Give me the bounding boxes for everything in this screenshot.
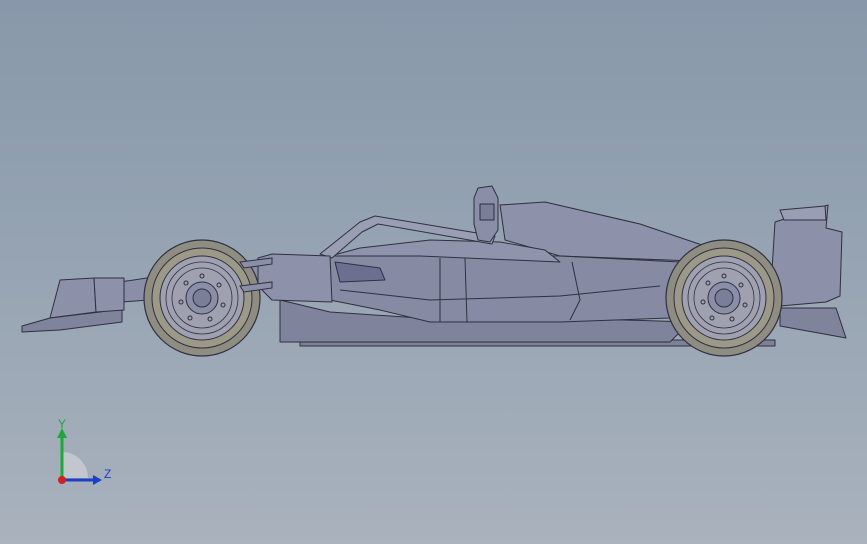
front-wing-endplate (49, 277, 97, 319)
y-axis-label: Y (58, 418, 66, 431)
z-axis-arrow (93, 475, 102, 485)
z-axis-label: Z (104, 467, 111, 481)
diffuser (779, 307, 847, 339)
rear-wheel (665, 239, 783, 357)
triad-plane-shading (62, 452, 88, 478)
graphics-viewport[interactable]: Y Z (0, 0, 867, 544)
coordinate-triad: Y Z (57, 418, 111, 485)
f1-car-model[interactable] (0, 0, 867, 544)
x-axis-origin (58, 476, 66, 484)
airbox-inner (479, 203, 495, 221)
rear-wing-top (779, 205, 827, 221)
front-wing-support (93, 277, 125, 313)
front-wheel (143, 239, 261, 357)
